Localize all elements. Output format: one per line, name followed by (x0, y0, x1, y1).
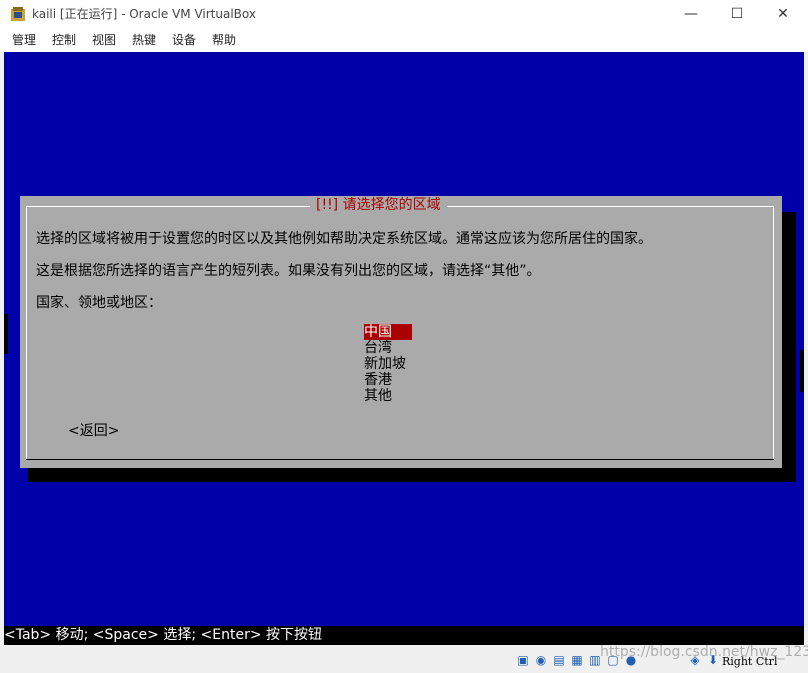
dialog-frame-shadow (26, 459, 774, 460)
menu-manage[interactable]: 管理 (12, 32, 36, 48)
dialog-note: 这是根据您所选择的语言产生的短列表。如果没有列出您的区域，请选择“其他”。 (36, 263, 541, 279)
menu-devices[interactable]: 设备 (172, 32, 196, 48)
virtualbox-icon (11, 7, 25, 21)
menu-view[interactable]: 视图 (92, 32, 116, 48)
menu-bar: 管理 控制 视图 热键 设备 帮助 (0, 28, 808, 52)
window-edge (804, 52, 808, 645)
maximize-button[interactable]: ☐ (714, 0, 760, 28)
minimize-button[interactable]: — (668, 0, 714, 28)
menu-help[interactable]: 帮助 (212, 32, 236, 48)
list-item-singapore[interactable]: 新加坡 (364, 356, 424, 372)
list-item-china[interactable]: 中国 (364, 324, 412, 340)
optical-drive-icon[interactable]: ◉ (534, 653, 548, 667)
screen-artifact-left (4, 314, 8, 354)
dialog-description: 选择的区域将被用于设置您的时区以及其他例如帮助决定系统区域。通常这应该为您所居住… (36, 231, 652, 247)
hard-disk-icon[interactable]: ▣ (516, 653, 530, 667)
region-dialog: [!!] 请选择您的区域 选择的区域将被用于设置您的时区以及其他例如帮助决定系统… (20, 196, 782, 468)
close-button[interactable]: ✕ (760, 0, 806, 28)
menu-control[interactable]: 控制 (52, 32, 76, 48)
usb-icon[interactable]: ▤ (552, 653, 566, 667)
back-button[interactable]: <返回> (68, 420, 119, 440)
window-title: kaili [正在运行] - Oracle VM VirtualBox (32, 7, 256, 21)
watermark: https://blog.csdn.net/hwz_123 (600, 644, 808, 660)
keyboard-hint-bar: <Tab> 移动; <Space> 选择; <Enter> 按下按钮 (4, 626, 804, 645)
list-item-taiwan[interactable]: 台湾 (364, 340, 424, 356)
list-item-other[interactable]: 其他 (364, 388, 424, 404)
list-item-hongkong[interactable]: 香港 (364, 372, 424, 388)
country-list[interactable]: 中国 台湾 新加坡 香港 其他 (364, 324, 424, 404)
menu-hotkey[interactable]: 热键 (132, 32, 156, 48)
vm-screen[interactable]: [!!] 请选择您的区域 选择的区域将被用于设置您的时区以及其他例如帮助决定系统… (4, 52, 804, 645)
shared-folder-icon[interactable]: ▦ (570, 653, 584, 667)
dialog-title: [!!] 请选择您的区域 (310, 196, 447, 216)
country-prompt: 国家、领地或地区： (36, 295, 162, 311)
title-bar[interactable]: kaili [正在运行] - Oracle VM VirtualBox — ☐ … (0, 0, 808, 28)
